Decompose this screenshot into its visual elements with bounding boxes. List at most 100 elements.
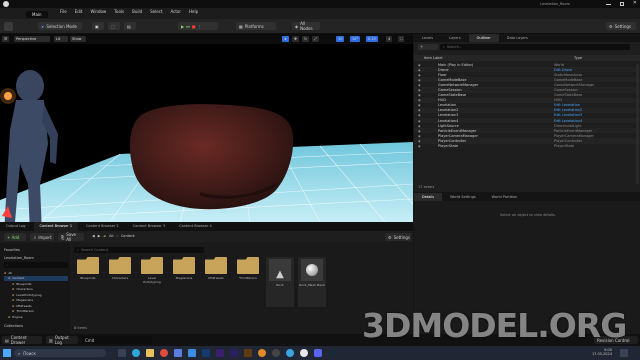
asset-tile[interactable]: ThirdPerson <box>234 257 262 307</box>
visibility-eye-icon[interactable]: ◉ <box>418 108 421 112</box>
minimize-icon[interactable] <box>605 4 611 5</box>
visibility-eye-icon[interactable]: ◉ <box>418 124 421 128</box>
settings-button[interactable]: ⚙ Settings <box>606 22 636 30</box>
content-drawer-button[interactable]: ▤ Content Drawer <box>2 335 42 345</box>
project-header[interactable]: Levelation_Room <box>4 256 34 260</box>
level-viewport[interactable]: ☰ Perspective Lit Show ➤ ✥ ↻ ⤢ 10 10° 0.… <box>0 34 413 222</box>
outliner-item-type[interactable]: Edit Levelation3 <box>554 113 582 117</box>
favorites-header[interactable]: Favorites <box>4 248 20 252</box>
grid-snap-button[interactable]: 10 <box>336 36 345 42</box>
maximize-viewport-button[interactable]: ⛶ <box>398 36 405 42</box>
visibility-eye-icon[interactable]: ◉ <box>418 98 421 102</box>
visibility-eye-icon[interactable]: ◉ <box>418 78 421 82</box>
content-tab-3[interactable]: Content Browser 3 <box>127 222 172 231</box>
rotate-tool-button[interactable]: ↻ <box>302 36 309 42</box>
import-button[interactable]: ⇩ Import <box>30 233 54 241</box>
menu-build[interactable]: Build <box>132 9 142 14</box>
asset-tile[interactable]: Rock_Mesh Mesh <box>298 257 326 307</box>
col-type[interactable]: Type <box>574 56 582 60</box>
tab-main[interactable]: Main <box>26 11 48 18</box>
tree-item[interactable]: ▰ Engine <box>4 314 68 320</box>
telegram-icon[interactable] <box>286 349 294 357</box>
chrome-icon[interactable] <box>160 349 168 357</box>
content-search[interactable]: ⌕ Search Content <box>74 247 204 253</box>
visibility-eye-icon[interactable]: ◉ <box>418 103 421 107</box>
outliner-row[interactable]: ◉ PlayerState PlayerState <box>414 144 640 149</box>
visibility-eye-icon[interactable]: ◉ <box>418 129 421 133</box>
unreal-taskbar-icon[interactable] <box>300 349 308 357</box>
output-log-button[interactable]: ▥ Output Log <box>46 335 78 345</box>
lit-dropdown[interactable]: Lit <box>54 36 68 42</box>
perspective-dropdown[interactable]: Perspective <box>14 36 50 42</box>
tree-search[interactable]: ⌕ <box>4 262 68 268</box>
content-tab-2[interactable]: Content Browser 2 <box>80 222 125 231</box>
details-tab-2[interactable]: World Partition <box>484 193 526 201</box>
collections-header[interactable]: Collections <box>4 324 23 328</box>
menu-actor[interactable]: Actor <box>170 9 181 14</box>
all-nodes-dropdown[interactable]: ◈ All Nodes <box>292 21 320 31</box>
col-label[interactable]: Item Label <box>414 56 574 60</box>
asset-tile[interactable]: Megascans <box>170 257 198 307</box>
breadcrumb-root[interactable]: All <box>109 234 113 238</box>
camera-speed-button[interactable]: 4 <box>386 36 393 42</box>
outliner-item-type[interactable]: Edit Levelation <box>554 103 580 107</box>
save-all-button[interactable]: ⎘ Save All <box>58 232 84 242</box>
close-icon[interactable]: ✕ <box>633 1 637 6</box>
visibility-eye-icon[interactable]: ◉ <box>418 139 421 143</box>
menu-file[interactable]: File <box>60 9 67 14</box>
add-button[interactable]: + Add <box>4 233 26 241</box>
rotation-snap-button[interactable]: 10° <box>350 36 361 42</box>
menu-tools[interactable]: Tools <box>114 9 124 14</box>
blender-icon[interactable] <box>258 349 266 357</box>
visibility-eye-icon[interactable]: ◉ <box>418 144 421 148</box>
menu-help[interactable]: Help <box>189 9 198 14</box>
platforms-dropdown[interactable]: ▦ Platforms <box>236 22 276 30</box>
clock[interactable]: 9:00 17.05.2024 <box>572 348 612 356</box>
mail-icon[interactable] <box>188 349 196 357</box>
outliner-item-type[interactable]: Edit Drone <box>554 68 572 72</box>
cinematics-button[interactable]: ▤ <box>124 22 136 30</box>
menu-select[interactable]: Select <box>150 9 162 14</box>
play-icon[interactable]: ▶ <box>181 24 184 29</box>
rock-mesh[interactable] <box>129 104 294 210</box>
visibility-eye-icon[interactable]: ◉ <box>418 73 421 77</box>
visibility-eye-icon[interactable]: ◉ <box>418 134 421 138</box>
visibility-eye-icon[interactable]: ◉ <box>418 113 421 117</box>
stop-icon[interactable]: ■ <box>192 24 196 29</box>
save-icon[interactable] <box>4 22 13 31</box>
asset-tile[interactable]: Level Prototyping <box>138 257 166 307</box>
history-back-icon[interactable]: ◀ <box>92 234 95 238</box>
outliner-tab-0[interactable]: Levels <box>414 34 441 42</box>
task-view-icon[interactable] <box>118 349 126 357</box>
outliner-tab-3[interactable]: Data Layers <box>499 34 536 42</box>
store-icon[interactable] <box>174 349 182 357</box>
add-actor-button[interactable]: ▣ <box>92 22 104 30</box>
steam-icon[interactable] <box>328 349 336 357</box>
blueprint-button[interactable]: ⬚ <box>108 22 120 30</box>
windows-start-icon[interactable] <box>3 349 11 357</box>
aftereffects-icon[interactable] <box>230 349 238 357</box>
outliner-scrollbar[interactable] <box>636 64 639 184</box>
content-tab-4[interactable]: Content Browser 4 <box>173 222 218 231</box>
move-tool-button[interactable]: ✥ <box>292 36 299 42</box>
content-tab-1[interactable]: Content Browser 1 <box>33 222 79 231</box>
mode-dropdown[interactable]: ➤ Selection Mode <box>38 22 82 30</box>
menu-window[interactable]: Window <box>90 9 106 14</box>
add-filter-button[interactable]: ＋ <box>418 44 438 50</box>
scale-snap-button[interactable]: 0.25 <box>366 36 378 42</box>
edge-icon[interactable] <box>132 349 140 357</box>
scale-tool-button[interactable]: ⤢ <box>312 36 319 42</box>
cmd-input[interactable]: Cmd <box>82 336 152 344</box>
asset-tile[interactable]: MSPresets <box>202 257 230 307</box>
more-icon[interactable]: ⋮ <box>197 24 201 29</box>
outliner-tab-1[interactable]: Layers <box>441 34 469 42</box>
visibility-eye-icon[interactable]: ◉ <box>418 68 421 72</box>
illustrator-icon[interactable] <box>244 349 252 357</box>
discord-icon[interactable] <box>314 349 322 357</box>
outliner-item-type[interactable]: Edit Levelation2 <box>554 108 582 112</box>
step-icon[interactable]: ⏭ <box>186 24 190 29</box>
outliner-search[interactable]: ⌕ Search... <box>440 44 630 50</box>
outliner-tab-2[interactable]: Outliner <box>468 34 499 42</box>
explorer-icon[interactable] <box>146 349 154 357</box>
visibility-eye-icon[interactable]: ◉ <box>418 88 421 92</box>
